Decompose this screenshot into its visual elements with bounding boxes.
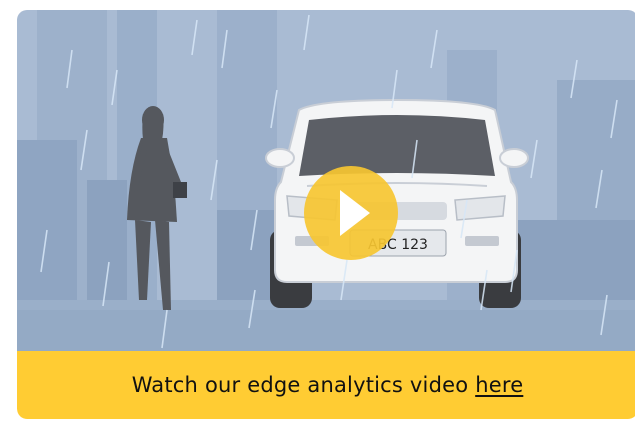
video-card: ABC 123 Watch our edge analytics video h… xyxy=(17,10,635,419)
caption-bar: Watch our edge analytics video here xyxy=(17,351,635,419)
caption-label: Watch our edge analytics video xyxy=(131,373,469,397)
play-button[interactable] xyxy=(304,166,398,260)
caption-text: Watch our edge analytics video here xyxy=(132,373,524,397)
video-thumbnail[interactable]: ABC 123 xyxy=(17,10,635,351)
video-illustration: ABC 123 xyxy=(17,10,635,351)
video-link[interactable]: here xyxy=(475,373,523,397)
